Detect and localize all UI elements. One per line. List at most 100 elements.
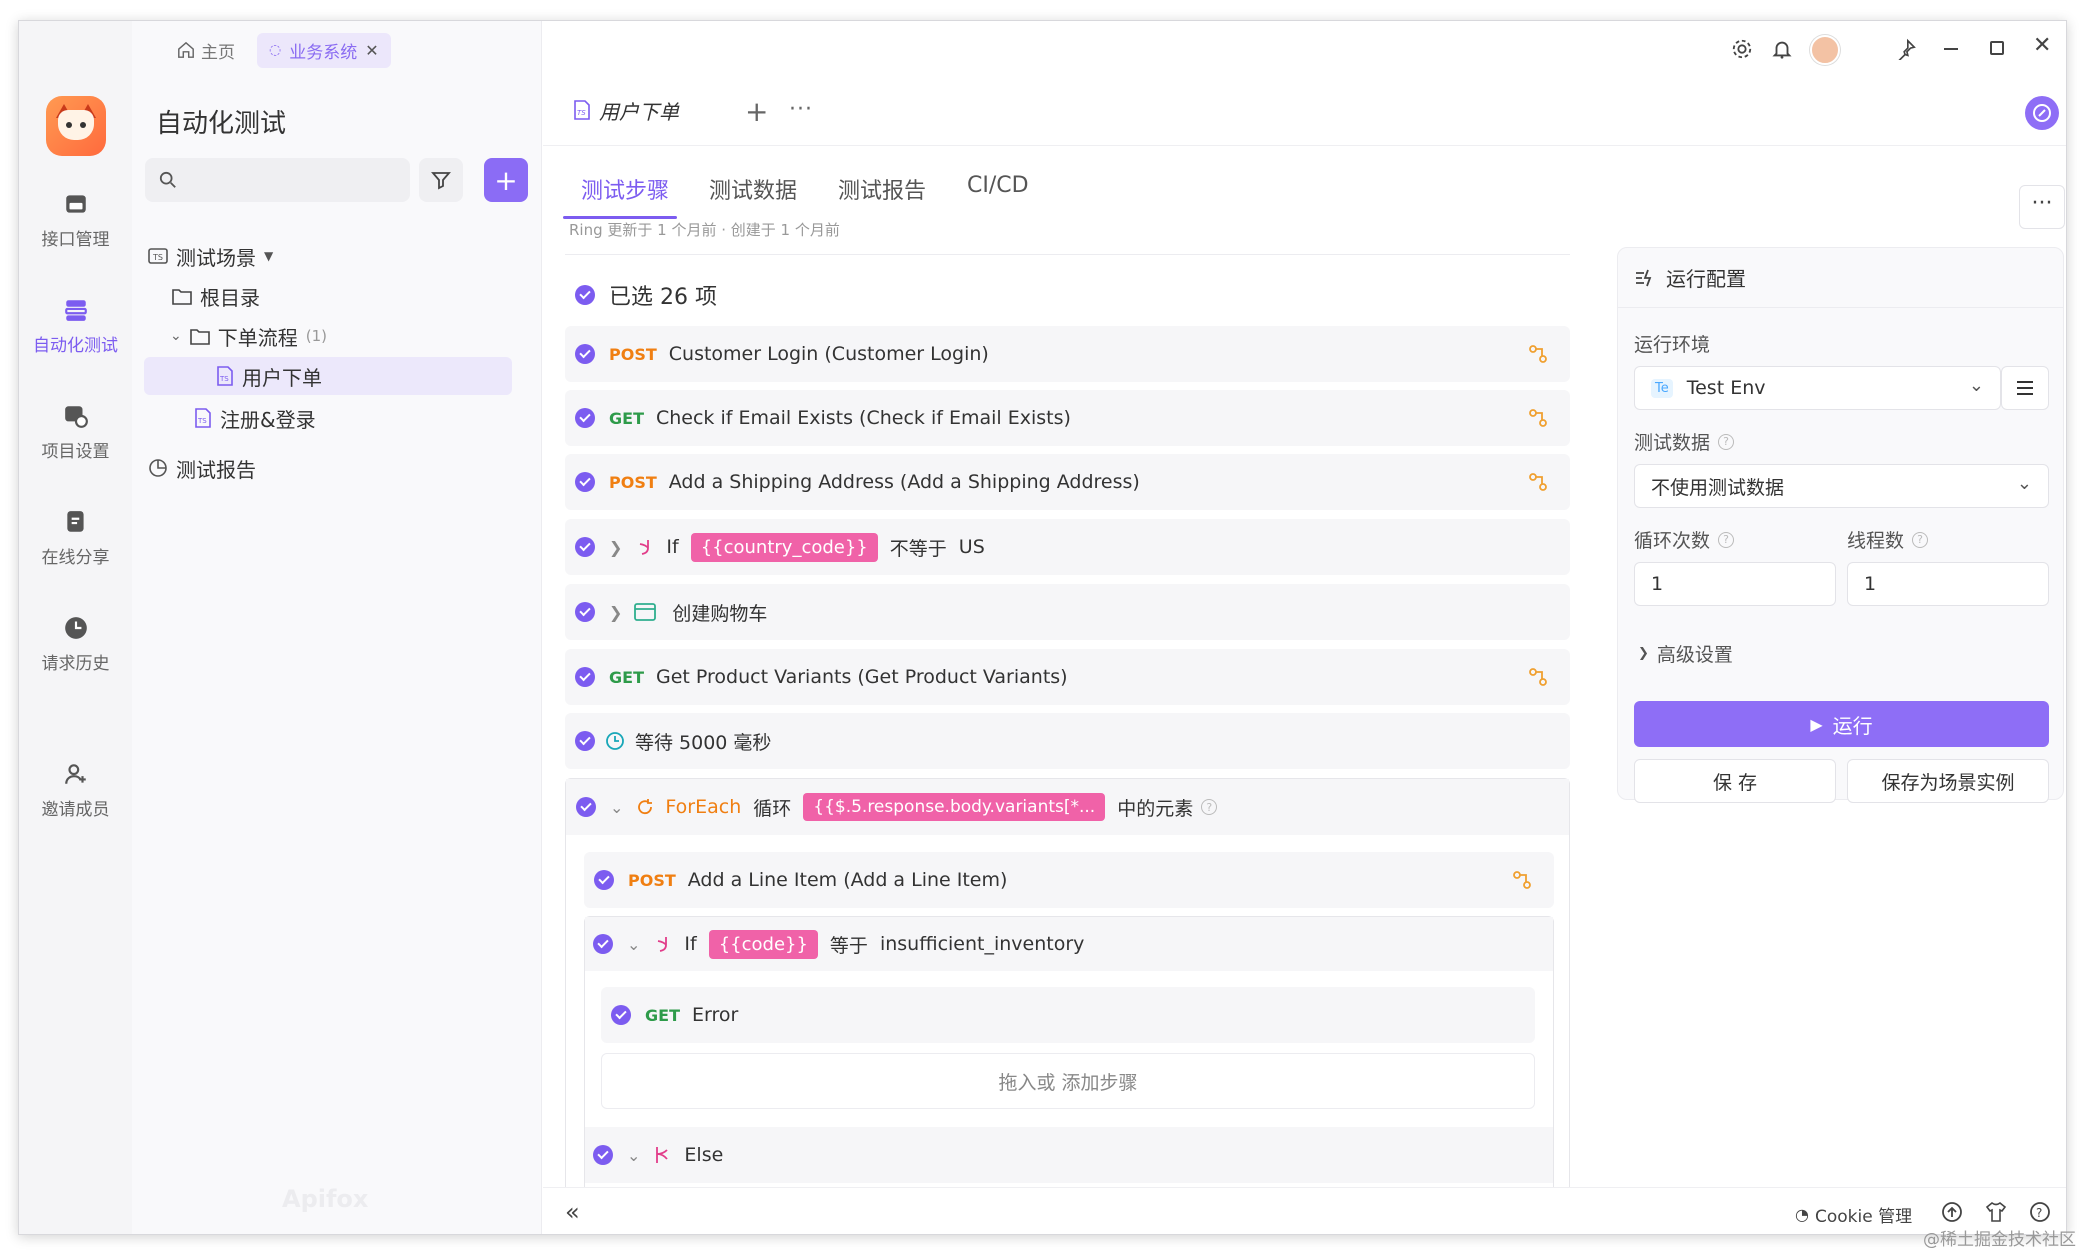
step-checkbox[interactable] — [594, 870, 614, 890]
step-checkbox[interactable] — [611, 1005, 631, 1025]
main-area: TS 用户下单 + ··· 测试步骤 测试数据 测试报告 CI/CD ··· R… — [543, 21, 2066, 1234]
rail-item-automation[interactable]: 自动化测试 — [19, 297, 132, 356]
chevron-down-icon[interactable]: ⌄ — [170, 328, 182, 344]
step-checkbox[interactable] — [575, 602, 595, 622]
add-tab-icon[interactable]: + — [745, 95, 768, 128]
env-label: 运行环境 — [1634, 334, 1711, 356]
advanced-settings-toggle[interactable]: ❯ 高级设置 — [1638, 640, 1733, 667]
step-row-group[interactable]: ❯ 创建购物车 — [565, 584, 1570, 640]
tree-node-register-login[interactable]: TS 注册&登录 — [194, 399, 316, 437]
step-row-foreach[interactable]: ⌄ ForEach 循环 {{$.5.response.body.variant… — [566, 779, 1569, 835]
cookie-manager-button[interactable]: ◔ Cookie 管理 — [1795, 1202, 1912, 1227]
tree-node-test-reports[interactable]: 测试报告 — [148, 449, 256, 487]
help-icon[interactable]: ? — [1912, 531, 1929, 548]
step-checkbox[interactable] — [593, 934, 613, 954]
loop-count-input[interactable]: 1 — [1634, 562, 1836, 606]
rail-item-request-history[interactable]: 请求历史 — [19, 615, 132, 674]
select-all-row[interactable]: 已选 26 项 — [575, 279, 717, 311]
method-badge: GET — [609, 408, 644, 428]
biz-system-tab[interactable]: ◌ 业务系统 ✕ — [257, 32, 391, 68]
rail-item-online-share[interactable]: 在线分享 — [19, 509, 132, 568]
caret-down-icon: ▼ — [264, 249, 274, 263]
tree-search-input[interactable] — [145, 158, 410, 202]
step-row[interactable]: POST Add a Shipping Address (Add a Shipp… — [565, 454, 1570, 510]
chevron-down-icon[interactable]: ⌄ — [627, 1146, 640, 1165]
tree-node-test-scenes[interactable]: TS 测试场景 ▼ — [148, 237, 273, 275]
tab-test-data[interactable]: 测试数据 — [709, 173, 797, 205]
step-checkbox[interactable] — [575, 408, 595, 428]
step-row-else[interactable]: ⌄ Else — [585, 1127, 1553, 1183]
search-icon — [159, 171, 176, 188]
env-select[interactable]: Te Test Env ⌄ — [1634, 366, 2001, 410]
svg-text:TS: TS — [577, 109, 586, 117]
step-row-if[interactable]: ❯ If {{country_code}} 不等于 US — [565, 519, 1570, 575]
rail-item-api-management[interactable]: 接口管理 — [19, 191, 132, 250]
link-api-icon[interactable] — [1528, 472, 1548, 492]
help-circle-icon[interactable]: ? — [2029, 1201, 2051, 1223]
step-checkbox[interactable] — [575, 537, 595, 557]
step-checkbox[interactable] — [576, 797, 596, 817]
help-icon[interactable]: ? — [1718, 531, 1735, 548]
add-user-icon — [64, 764, 86, 784]
link-api-icon[interactable] — [1512, 870, 1532, 890]
step-row[interactable]: POST Customer Login (Customer Login) — [565, 326, 1570, 382]
help-icon[interactable]: ? — [1718, 433, 1735, 450]
close-tab-icon[interactable]: ✕ — [365, 41, 378, 60]
add-step-dropzone[interactable]: 拖入或 添加步骤 — [601, 1053, 1535, 1109]
play-icon: ▶ — [1810, 714, 1823, 734]
step-checkbox[interactable] — [575, 472, 595, 492]
link-api-icon[interactable] — [1528, 408, 1548, 428]
save-button[interactable]: 保 存 — [1634, 759, 1836, 803]
help-icon[interactable]: ? — [1201, 799, 1218, 815]
tab-cicd[interactable]: CI/CD — [967, 173, 1029, 198]
rail-item-project-settings[interactable]: 项目设置 — [19, 403, 132, 462]
doc-tab-user-order[interactable]: TS 用户下单 — [557, 87, 732, 135]
tab-test-report[interactable]: 测试报告 — [838, 173, 926, 205]
step-checkbox[interactable] — [575, 344, 595, 364]
step-checkbox[interactable] — [593, 1145, 613, 1165]
shirt-icon[interactable] — [1985, 1201, 2007, 1223]
add-scene-button[interactable]: + — [484, 158, 528, 202]
step-row[interactable]: GET Check if Email Exists (Check if Emai… — [565, 390, 1570, 446]
filter-button[interactable] — [419, 158, 463, 202]
svg-text:TS: TS — [219, 375, 229, 383]
rail-item-invite-member[interactable]: 邀请成员 — [19, 761, 132, 820]
sync-icon[interactable] — [2025, 96, 2059, 130]
run-button[interactable]: ▶ 运行 — [1634, 701, 2049, 747]
apifox-watermark: Apifox — [282, 1185, 369, 1213]
chevron-down-icon[interactable]: ⌄ — [610, 798, 623, 817]
step-row[interactable]: GET Get Product Variants (Get Product Va… — [565, 649, 1570, 705]
home-tab-label: 主页 — [201, 42, 235, 63]
tree-node-label: 用户下单 — [242, 365, 322, 390]
app-logo[interactable] — [46, 96, 106, 156]
tree-node-label: 下单流程 — [217, 325, 298, 350]
thread-count-input[interactable]: 1 — [1847, 562, 2049, 606]
select-all-checkbox[interactable] — [575, 285, 595, 305]
more-tabs-icon[interactable]: ··· — [789, 97, 813, 122]
env-manage-button[interactable] — [2001, 366, 2049, 410]
tree-node-root[interactable]: 根目录 — [172, 277, 260, 315]
step-row[interactable]: POST Add a Line Item (Add a Line Item) — [584, 852, 1554, 908]
link-api-icon[interactable] — [1528, 344, 1548, 364]
tree-node-user-order[interactable]: TS 用户下单 — [144, 357, 512, 395]
save-as-instance-button[interactable]: 保存为场景实例 — [1847, 759, 2049, 803]
else-branch-icon — [656, 1147, 669, 1163]
chevron-right-icon[interactable]: ❯ — [609, 538, 622, 557]
tab-test-steps[interactable]: 测试步骤 — [581, 173, 669, 205]
step-row[interactable]: GET Error — [601, 987, 1535, 1043]
step-checkbox[interactable] — [575, 667, 595, 687]
tree-node-count: (1) — [305, 327, 327, 345]
link-api-icon[interactable] — [1528, 667, 1548, 687]
tree-node-order-flow[interactable]: ⌄ 下单流程 (1) — [170, 317, 327, 355]
chevron-right-icon[interactable]: ❯ — [609, 603, 622, 622]
collapse-sidebar-icon[interactable]: « — [565, 1198, 580, 1226]
variable-tag: {{$.5.response.body.variants[*... — [803, 793, 1106, 821]
test-data-select[interactable]: 不使用测试数据 ⌄ — [1634, 464, 2049, 508]
chevron-down-icon[interactable]: ⌄ — [627, 935, 640, 954]
home-tab[interactable]: 主页 — [169, 34, 243, 67]
step-row-wait[interactable]: 等待 5000 毫秒 — [565, 713, 1570, 769]
more-actions-button[interactable]: ··· — [2019, 185, 2065, 229]
step-row-if[interactable]: ⌄ If {{code}} 等于 insufficient_inventory — [585, 917, 1553, 971]
step-checkbox[interactable] — [575, 731, 595, 751]
upload-icon[interactable] — [1941, 1201, 1963, 1223]
